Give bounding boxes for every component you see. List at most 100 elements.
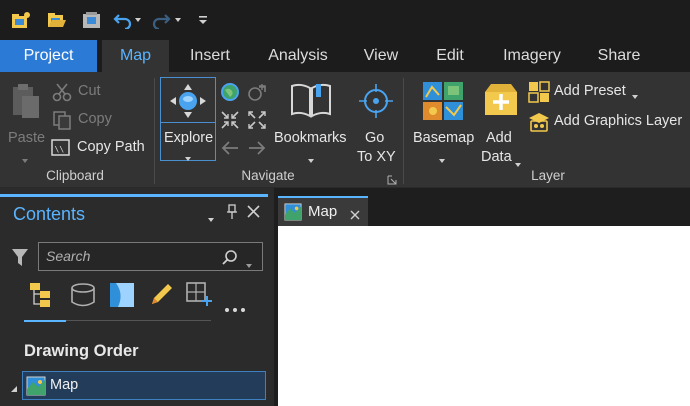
paste-icon (10, 82, 42, 125)
group-separator (403, 78, 404, 184)
copy-button[interactable]: Copy (52, 110, 116, 132)
cut-icon (52, 82, 72, 107)
zoom-to-selection-icon[interactable] (247, 82, 267, 107)
redo-icon[interactable] (150, 10, 172, 30)
navigate-group-label: Navigate (241, 168, 295, 183)
list-by-drawing-order-icon[interactable] (28, 282, 58, 313)
basemap-label: Basemap (413, 130, 475, 146)
search-placeholder: Search (46, 248, 91, 264)
close-icon[interactable] (247, 205, 260, 223)
bookmarks-icon (290, 82, 332, 123)
customize-qat-icon[interactable] (196, 10, 210, 30)
map-tree-item-label: Map (50, 377, 79, 393)
save-project-icon[interactable] (81, 10, 103, 30)
clipboard-group-label: Clipboard (46, 168, 104, 183)
tab-view[interactable]: View (354, 40, 408, 72)
map-view-canvas[interactable] (278, 226, 690, 406)
go-to-xy-label-line1: Go (365, 130, 385, 146)
add-preset-dropdown-icon (632, 88, 638, 106)
basemap-icon (422, 81, 464, 126)
search-options-dropdown-icon[interactable] (246, 257, 252, 275)
basemap-dropdown-icon (439, 152, 445, 170)
add-data-label-line2: Data (481, 149, 512, 165)
tab-project[interactable]: Project (0, 40, 97, 72)
search-icon[interactable] (222, 249, 238, 270)
search-input[interactable]: Search (38, 242, 263, 271)
active-view-tab-underline (24, 320, 66, 322)
svg-text:\\: \\ (55, 145, 65, 154)
ribbon-tab-bar: Project Map Insert Analysis View Edit Im… (0, 40, 690, 72)
paste-label: Paste (8, 130, 46, 146)
layer-group-label: Layer (531, 168, 565, 183)
bookmarks-label: Bookmarks (274, 130, 347, 146)
explore-split-divider (161, 122, 215, 123)
next-extent-icon[interactable] (247, 138, 267, 163)
map-tree-item[interactable]: Map (22, 371, 266, 400)
map-view-tab-icon (284, 203, 302, 226)
add-preset-button[interactable]: Add Preset (528, 80, 642, 104)
copy-path-label: Copy Path (77, 139, 145, 155)
copy-path-button[interactable]: \\ Copy Path (50, 138, 150, 160)
map-view-tab-label: Map (308, 203, 338, 220)
undo-icon[interactable] (112, 10, 134, 30)
filter-icon[interactable] (11, 248, 29, 273)
add-data-button[interactable]: Add Data (478, 78, 524, 167)
paste-dropdown-icon (22, 152, 28, 170)
navigate-dialog-launcher-icon[interactable] (387, 172, 397, 190)
bookmarks-button[interactable]: Bookmarks (272, 78, 350, 163)
full-extent-icon[interactable] (220, 82, 240, 107)
add-preset-label: Add Preset (554, 83, 626, 99)
map-view-tab[interactable]: Map (278, 196, 368, 226)
previous-extent-icon[interactable] (220, 138, 240, 163)
go-to-xy-icon (358, 82, 394, 125)
tab-imagery[interactable]: Imagery (492, 40, 572, 72)
group-separator (154, 78, 155, 184)
pane-options-dropdown-icon[interactable] (208, 211, 214, 229)
more-options-icon[interactable] (224, 300, 246, 318)
tab-share[interactable]: Share (590, 40, 648, 72)
new-project-icon[interactable] (10, 10, 32, 30)
map-icon (26, 376, 46, 401)
pin-icon[interactable] (226, 204, 238, 225)
basemap-button[interactable]: Basemap (410, 78, 476, 163)
expand-collapse-icon[interactable] (10, 380, 18, 398)
tab-analysis[interactable]: Analysis (258, 40, 338, 72)
drawing-order-heading: Drawing Order (24, 342, 139, 360)
contents-pane-header-bar (0, 194, 268, 197)
paste-button[interactable]: Paste (4, 78, 48, 163)
fixed-zoom-in-icon[interactable] (220, 110, 240, 135)
go-to-xy-button[interactable]: Go To XY (354, 78, 398, 165)
open-project-icon[interactable] (46, 10, 68, 30)
bookmarks-dropdown-icon (308, 152, 314, 170)
explore-dropdown-icon[interactable] (185, 150, 191, 168)
add-graphics-layer-button[interactable]: Add Graphics Layer (528, 110, 686, 134)
add-data-icon (483, 82, 519, 123)
list-by-editing-icon[interactable] (148, 282, 174, 313)
add-graphics-layer-icon (528, 111, 550, 138)
add-graphics-layer-label: Add Graphics Layer (554, 113, 683, 129)
list-by-source-icon[interactable] (70, 283, 96, 312)
cut-button[interactable]: Cut (52, 82, 112, 104)
copy-label: Copy (78, 111, 112, 127)
list-by-selection-icon[interactable] (108, 282, 136, 313)
ribbon: Paste Cut Copy \\ Copy Path Clipboard Ex… (0, 72, 690, 188)
redo-dropdown-icon[interactable] (172, 10, 184, 30)
fixed-zoom-out-icon[interactable] (247, 110, 267, 135)
copy-path-icon: \\ (50, 138, 72, 163)
quick-access-toolbar (0, 0, 690, 40)
list-by-snapping-icon[interactable] (185, 282, 213, 313)
tab-map[interactable]: Map (102, 40, 169, 72)
copy-icon (52, 110, 72, 135)
undo-dropdown-icon[interactable] (132, 10, 144, 30)
map-view-tab-close-icon[interactable] (350, 207, 360, 225)
contents-title: Contents (13, 204, 86, 224)
cut-label: Cut (78, 83, 101, 99)
explore-button[interactable]: Explore (160, 77, 216, 161)
add-data-label-line1: Add (486, 130, 512, 146)
explore-icon (168, 82, 208, 125)
add-preset-icon (528, 81, 550, 108)
tab-insert[interactable]: Insert (180, 40, 240, 72)
tab-edit[interactable]: Edit (426, 40, 474, 72)
go-to-xy-label-line2: To XY (357, 149, 396, 165)
explore-label: Explore (164, 130, 214, 146)
